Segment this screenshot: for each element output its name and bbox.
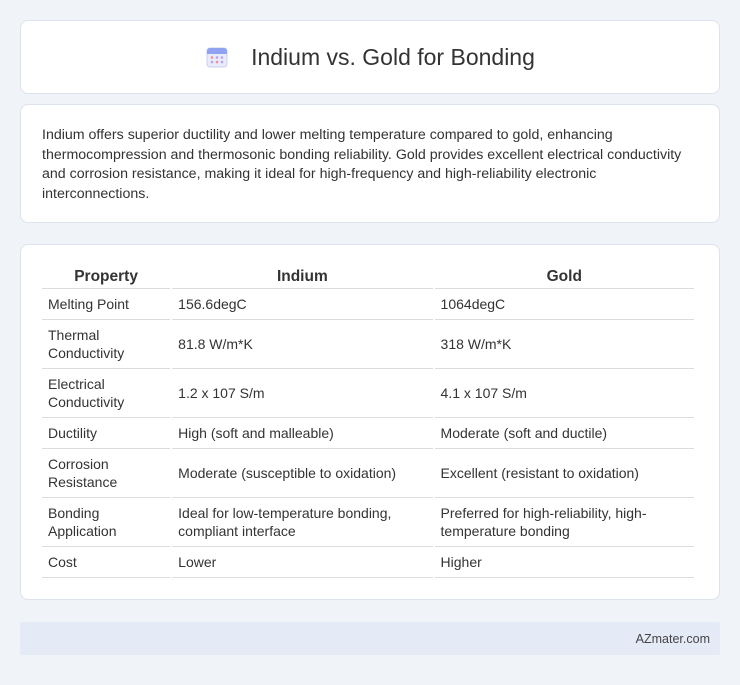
- indium-cell: Moderate (susceptible to oxidation): [172, 449, 433, 498]
- gold-cell: 318 W/m*K: [434, 320, 694, 369]
- gold-cell: Higher: [434, 547, 694, 578]
- table-row: Melting Point 156.6degC 1064degC: [42, 289, 694, 320]
- gold-cell: 1064degC: [434, 289, 694, 320]
- property-cell: Electrical Conductivity: [42, 369, 171, 418]
- table-row: Ductility High (soft and malleable) Mode…: [42, 418, 694, 449]
- indium-cell: 156.6degC: [172, 289, 433, 320]
- header-property: Property: [42, 265, 171, 289]
- header-gold: Gold: [434, 265, 694, 289]
- page-title: Indium vs. Gold for Bonding: [251, 43, 535, 70]
- intro-card: Indium offers superior ductility and low…: [20, 104, 720, 223]
- table-header-row: Property Indium Gold: [42, 265, 694, 289]
- footer: AZmater.com: [20, 622, 720, 655]
- gold-cell: Excellent (resistant to oxidation): [434, 449, 694, 498]
- table-row: Thermal Conductivity 81.8 W/m*K 318 W/m*…: [42, 320, 694, 369]
- table-row: Electrical Conductivity 1.2 x 107 S/m 4.…: [42, 369, 694, 418]
- property-cell: Melting Point: [42, 289, 171, 320]
- table-row: Bonding Application Ideal for low-temper…: [42, 498, 694, 547]
- property-cell: Cost: [42, 547, 171, 578]
- gold-cell: 4.1 x 107 S/m: [434, 369, 694, 418]
- table-row: Cost Lower Higher: [42, 547, 694, 578]
- calendar-icon: [206, 47, 228, 68]
- footer-source[interactable]: AZmater.com: [636, 632, 710, 646]
- comparison-table: Property Indium Gold Melting Point 156.6…: [40, 265, 696, 578]
- gold-cell: Moderate (soft and ductile): [434, 418, 694, 449]
- gold-cell: Preferred for high-reliability, high-tem…: [434, 498, 694, 547]
- comparison-card: Property Indium Gold Melting Point 156.6…: [20, 244, 720, 600]
- title-card: Indium vs. Gold for Bonding: [20, 20, 720, 94]
- header-indium: Indium: [172, 265, 433, 289]
- property-cell: Bonding Application: [42, 498, 171, 547]
- title-row: Indium vs. Gold for Bonding: [205, 44, 535, 71]
- indium-cell: Ideal for low-temperature bonding, compl…: [172, 498, 433, 547]
- property-cell: Corrosion Resistance: [42, 449, 171, 498]
- table-row: Corrosion Resistance Moderate (susceptib…: [42, 449, 694, 498]
- indium-cell: High (soft and malleable): [172, 418, 433, 449]
- intro-text: Indium offers superior ductility and low…: [42, 127, 682, 202]
- indium-cell: 1.2 x 107 S/m: [172, 369, 433, 418]
- indium-cell: 81.8 W/m*K: [172, 320, 433, 369]
- property-cell: Thermal Conductivity: [42, 320, 171, 369]
- property-cell: Ductility: [42, 418, 171, 449]
- indium-cell: Lower: [172, 547, 433, 578]
